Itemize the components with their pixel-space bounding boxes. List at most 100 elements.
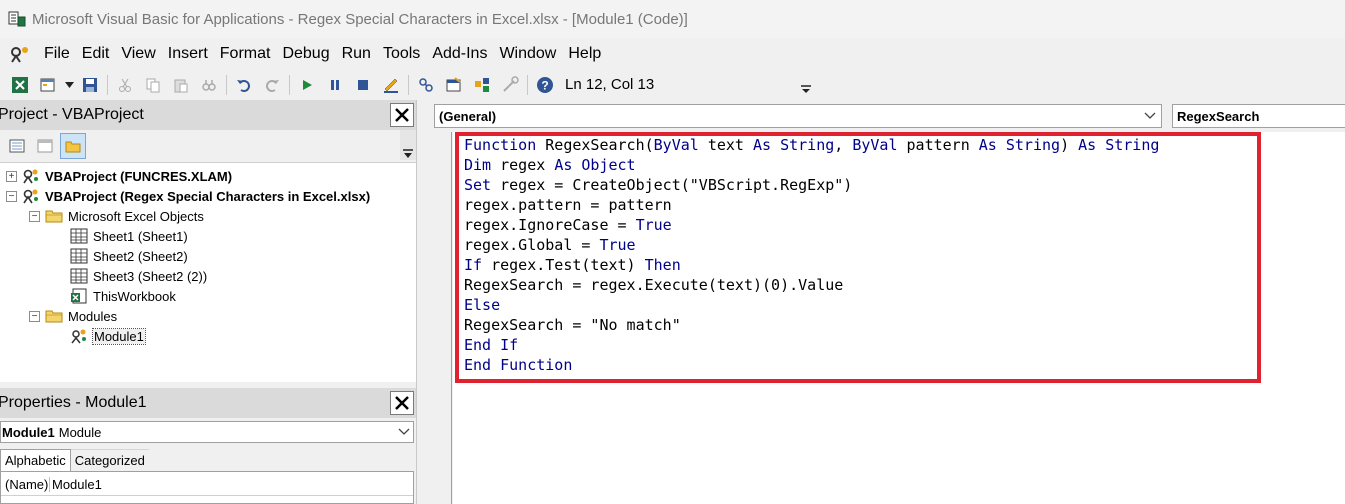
tree-label: Modules [68,308,118,324]
code-lines[interactable]: Function RegexSearch(ByVal text As Strin… [464,135,1159,375]
toolbox-icon[interactable] [496,72,524,98]
design-mode-icon[interactable] [377,72,405,98]
folder-icon [45,307,63,325]
code-line[interactable]: regex.Global = True [464,235,1159,255]
paste-icon[interactable] [167,72,195,98]
find-icon[interactable] [195,72,223,98]
code-line[interactable]: RegexSearch = regex.Execute(text)(0).Val… [464,275,1159,295]
help-icon[interactable]: ? [531,72,559,98]
menu-addins[interactable]: Add-Ins [426,43,493,65]
project-scrollbar[interactable] [400,130,416,160]
tree-node-funcres[interactable]: + VBAProject (FUNCRES.XLAM) [6,166,232,186]
code-line[interactable]: regex.IgnoreCase = True [464,215,1159,235]
module-icon [70,327,88,345]
procedure-combo[interactable]: RegexSearch [1172,104,1345,128]
cut-icon[interactable] [111,72,139,98]
break-icon[interactable] [321,72,349,98]
pane-splitter[interactable] [416,100,426,504]
svg-text:?: ? [541,79,548,93]
code-keyword: True [635,216,672,234]
tree-node-sheet1[interactable]: Sheet1 (Sheet1) [70,226,188,246]
properties-title: Properties - Module1 [0,394,147,411]
properties-object-dropdown[interactable]: Module1 Module [0,421,414,443]
menu-run[interactable]: Run [336,43,377,65]
run-icon[interactable] [293,72,321,98]
close-properties-button[interactable] [390,391,414,415]
vba-app-icon[interactable] [6,8,28,30]
toolbar-options-icon[interactable] [799,72,813,98]
menu-file[interactable]: File [38,43,76,65]
menu-view[interactable]: View [115,43,161,65]
code-line[interactable]: Else [464,295,1159,315]
menu-insert[interactable]: Insert [162,43,214,65]
toolbar-separator [226,75,227,95]
property-value[interactable]: Module1 [50,477,102,492]
code-keyword: End If [464,336,519,354]
view-object-icon [37,139,53,153]
tree-node-sheet3[interactable]: Sheet3 (Sheet2 (2)) [70,266,207,286]
undo-icon[interactable] [230,72,258,98]
title-bar: Microsoft Visual Basic for Applications … [0,0,1345,38]
save-icon[interactable] [76,72,104,98]
view-code-button[interactable] [4,133,30,159]
close-icon [395,108,409,122]
chevron-down-icon[interactable] [395,428,413,436]
collapse-icon[interactable]: − [6,190,17,202]
menu-debug[interactable]: Debug [276,43,335,65]
tree-node-regex-workbook[interactable]: − VBAProject (Regex Special Characters i… [6,186,370,206]
tree-node-modules[interactable]: − Modules [29,306,117,326]
excel-icon[interactable] [6,72,34,98]
insert-module-icon[interactable] [34,72,62,98]
properties-icon[interactable] [440,72,468,98]
code-keyword: As [554,156,573,174]
project-tree[interactable]: + VBAProject (FUNCRES.XLAM) − VBAProject… [0,162,416,382]
close-icon [395,396,409,410]
code-keyword: Dim [464,156,492,174]
tree-node-module1[interactable]: Module1 [70,326,146,346]
tree-node-sheet2[interactable]: Sheet2 (Sheet2) [70,246,188,266]
code-keyword: End Function [464,356,573,374]
chevron-down-icon[interactable] [1139,112,1161,120]
tab-categorized[interactable]: Categorized [70,449,149,471]
tree-label: Sheet1 (Sheet1) [93,228,188,244]
code-line[interactable]: Function RegexSearch(ByVal text As Strin… [464,135,1159,155]
vba-project-icon [22,187,40,205]
project-explorer-icon[interactable] [412,72,440,98]
menu-window[interactable]: Window [493,43,562,65]
code-text: regex.IgnoreCase = [464,216,636,234]
code-margin[interactable] [434,132,452,504]
reset-icon[interactable] [349,72,377,98]
view-object-button[interactable] [32,133,58,159]
redo-icon[interactable] [258,72,286,98]
collapse-icon[interactable]: − [29,310,40,322]
tree-node-excel-objects[interactable]: − Microsoft Excel Objects [29,206,204,226]
object-browser-icon[interactable] [468,72,496,98]
code-line[interactable]: End If [464,335,1159,355]
vba-menu-icon[interactable] [8,43,32,65]
properties-grid: (Name) Module1 [0,471,414,504]
property-row[interactable]: (Name) Module1 [1,474,413,496]
tree-node-thisworkbook[interactable]: ThisWorkbook [70,286,176,306]
expand-icon[interactable]: + [6,170,17,182]
copy-icon[interactable] [139,72,167,98]
tab-alphabetic[interactable]: Alphabetic [0,449,71,471]
toggle-folders-button[interactable] [60,133,86,159]
code-window: (General) RegexSearch Function RegexSear… [426,100,1345,504]
collapse-icon[interactable]: − [29,210,40,222]
code-line[interactable]: End Function [464,355,1159,375]
menu-help[interactable]: Help [562,43,607,65]
code-line[interactable]: regex.pattern = pattern [464,195,1159,215]
code-line[interactable]: If regex.Test(text) Then [464,255,1159,275]
code-line[interactable]: RegexSearch = "No match" [464,315,1159,335]
code-line[interactable]: Set regex = CreateObject("VBScript.RegEx… [464,175,1159,195]
code-line[interactable]: Dim regex As Object [464,155,1159,175]
menu-format[interactable]: Format [214,43,277,65]
toolbar-separator [107,75,108,95]
object-combo[interactable]: (General) [434,104,1162,128]
menu-tools[interactable]: Tools [377,43,426,65]
chevron-down-icon[interactable] [62,72,76,98]
close-project-explorer-button[interactable] [390,103,414,127]
menu-edit[interactable]: Edit [76,43,116,65]
